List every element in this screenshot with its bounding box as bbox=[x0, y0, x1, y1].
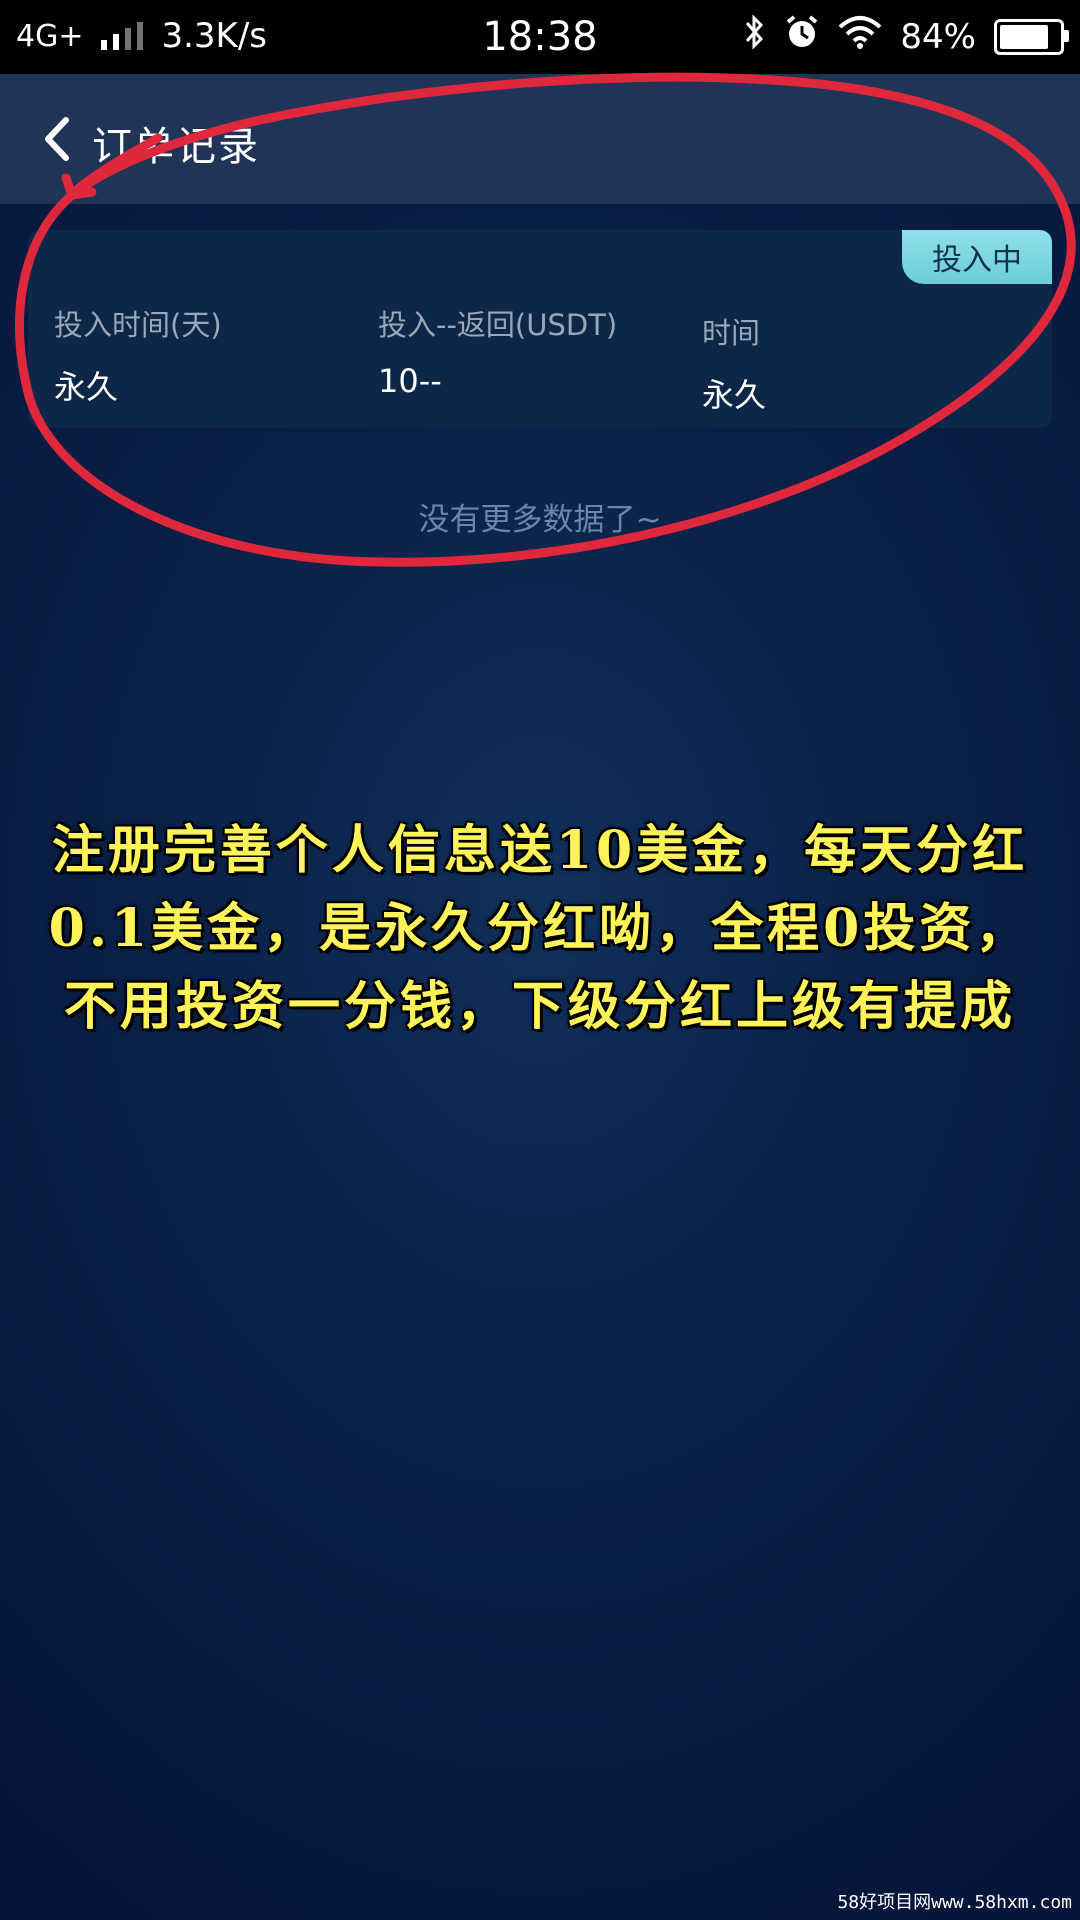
list-end-text: 没有更多数据了~ bbox=[418, 502, 662, 538]
chevron-left-icon bbox=[45, 117, 69, 161]
invest-duration-label: 投入时间(天) bbox=[54, 308, 222, 342]
bluetooth-icon bbox=[744, 14, 766, 59]
page-title: 订单记录 bbox=[92, 124, 260, 170]
back-button[interactable] bbox=[36, 114, 76, 164]
time-value: 永久 bbox=[702, 376, 767, 414]
battery-fill bbox=[1000, 24, 1049, 49]
invest-duration-column: 投入时间(天) 永久 bbox=[54, 302, 222, 408]
invest-return-value: 10-- bbox=[378, 362, 442, 400]
order-card[interactable]: 投入中 投入时间(天) 永久 投入--返回(USDT) 10-- 时间 永久 bbox=[28, 230, 1052, 428]
battery-icon bbox=[994, 18, 1069, 55]
invest-duration-value: 永久 bbox=[54, 368, 119, 406]
status-badge: 投入中 bbox=[902, 230, 1052, 284]
invest-return-label: 投入--返回(USDT) bbox=[378, 308, 618, 342]
wifi-icon bbox=[838, 15, 882, 58]
time-label: 时间 bbox=[702, 316, 761, 350]
invest-return-column: 投入--返回(USDT) 10-- bbox=[378, 302, 617, 400]
alarm-icon bbox=[784, 14, 820, 59]
time-column: 时间 永久 bbox=[702, 310, 766, 416]
status-right: 84% bbox=[744, 14, 1069, 59]
status-bar: 4G+ 3.3K/s 18:38 84% bbox=[0, 0, 1080, 74]
watermark: 58好项目网www.58hxm.com bbox=[837, 1892, 1072, 1913]
page-header: 订单记录 bbox=[0, 74, 1080, 204]
battery-percent: 84% bbox=[900, 16, 976, 57]
promo-overlay-text: 注册完善个人信息送10美金，每天分红0.1美金，是永久分红呦，全程0投资，不用投… bbox=[48, 820, 1032, 1037]
